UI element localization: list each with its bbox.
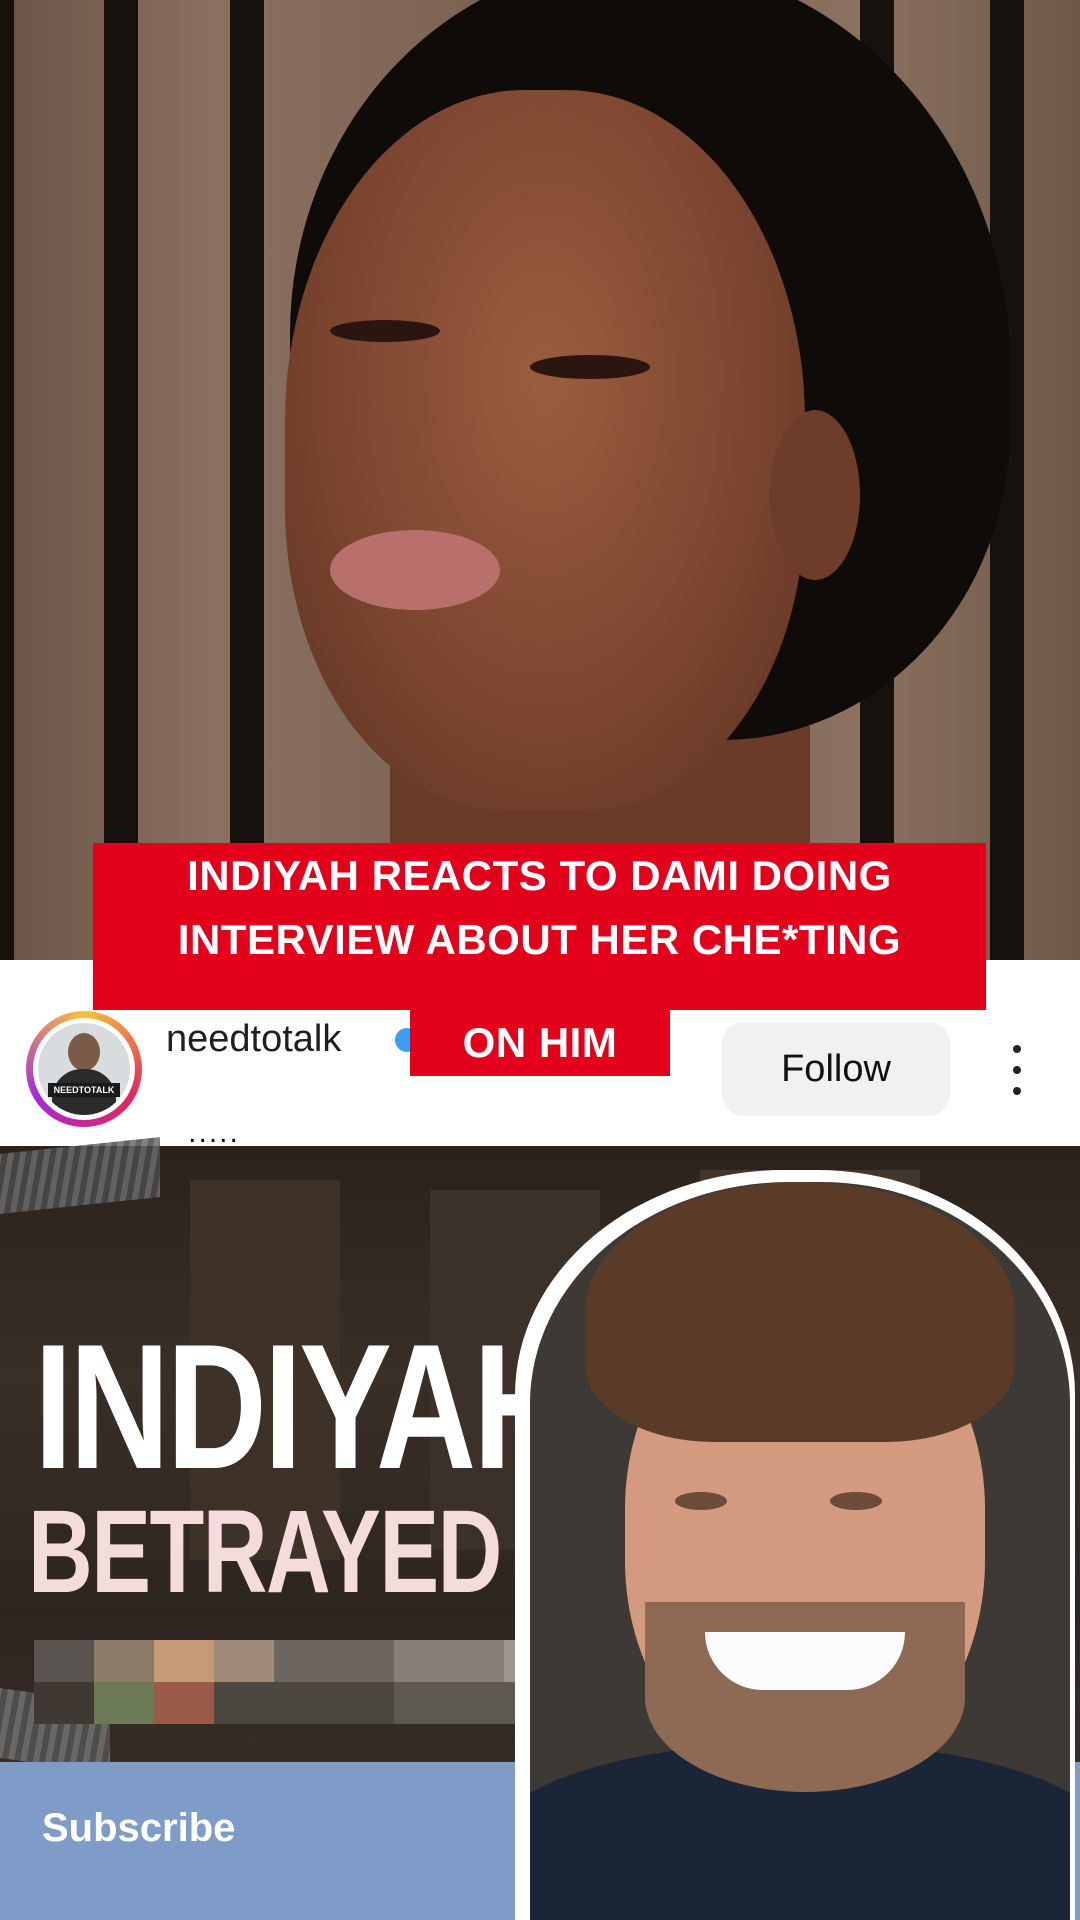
person-eye	[330, 320, 440, 342]
avatar-head	[68, 1033, 100, 1071]
person-ear	[770, 410, 860, 580]
wall-slat	[230, 0, 264, 960]
reactor-hair	[585, 1182, 1015, 1442]
more-vertical-icon[interactable]	[1004, 1045, 1030, 1095]
person-face	[285, 90, 805, 810]
reactor-cutout	[530, 1182, 1070, 1920]
top-video-frame[interactable]	[0, 0, 1080, 960]
caption-line-3: ON HIM	[410, 1010, 670, 1076]
caption-line-1: INDIYAH REACTS TO DAMI DOING	[93, 843, 986, 909]
reactor-beard	[645, 1602, 965, 1792]
person-lips	[330, 530, 500, 610]
wall-slat	[0, 0, 14, 960]
thumbnail-title: INDIYAH	[34, 1307, 573, 1506]
avatar-image: NEEDTOTALK	[38, 1023, 130, 1115]
person-eye	[530, 355, 650, 379]
reactor-smile	[705, 1632, 905, 1690]
reactor-eye	[830, 1492, 882, 1510]
wall-slat	[104, 0, 138, 960]
reactor-eye	[675, 1492, 727, 1510]
username[interactable]: needtotalk	[166, 1018, 341, 1061]
follow-button[interactable]: Follow	[722, 1022, 950, 1116]
avatar[interactable]: NEEDTOTALK	[33, 1018, 135, 1120]
caption-line-2: INTERVIEW ABOUT HER CHE*TING	[93, 909, 986, 1010]
avatar-badge: NEEDTOTALK	[48, 1083, 120, 1097]
subscribe-label[interactable]: Subscribe	[42, 1806, 235, 1851]
